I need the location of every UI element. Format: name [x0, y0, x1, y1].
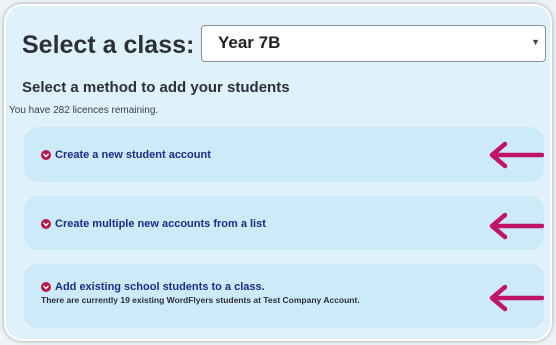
- chevron-down-circle-icon: [41, 282, 51, 292]
- chevron-down-circle-icon: [41, 150, 51, 160]
- dropdown-caret-icon: ▼: [531, 37, 540, 47]
- arrow-left-icon: [489, 212, 544, 240]
- class-select[interactable]: Year 7B ▼: [201, 25, 546, 62]
- option-label: Create multiple new accounts from a list: [55, 218, 266, 230]
- select-class-title: Select a class:: [22, 31, 195, 59]
- option-create-new-account[interactable]: Create a new student account: [24, 127, 544, 182]
- option-label-row: Create a new student account: [41, 149, 211, 161]
- class-select-value: Year 7B: [218, 33, 281, 52]
- option-label: Create a new student account: [55, 149, 211, 161]
- licences-remaining: You have 282 licences remaining.: [9, 105, 159, 116]
- option-label-row: Add existing school students to a class.: [41, 281, 265, 293]
- option-create-multiple-accounts[interactable]: Create multiple new accounts from a list: [24, 196, 544, 250]
- option-label: Add existing school students to a class.: [55, 281, 265, 293]
- option-description: There are currently 19 existing WordFlye…: [41, 295, 360, 305]
- option-add-existing-students[interactable]: Add existing school students to a class.…: [24, 264, 544, 328]
- method-heading: Select a method to add your students: [22, 79, 290, 96]
- arrow-left-icon: [489, 141, 544, 169]
- arrow-left-icon: [489, 284, 544, 312]
- chevron-down-circle-icon: [41, 219, 51, 229]
- option-label-row: Create multiple new accounts from a list: [41, 218, 266, 230]
